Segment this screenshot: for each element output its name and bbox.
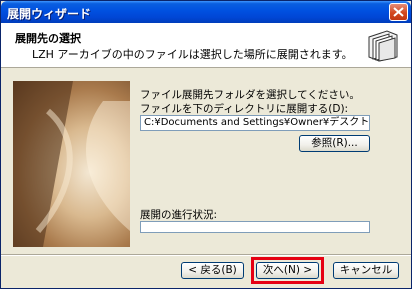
back-button[interactable]: < 戻る(B) bbox=[181, 262, 244, 279]
close-icon bbox=[393, 7, 404, 17]
next-button-highlight bbox=[251, 257, 324, 284]
wizard-window: 展開ウィザード 展開先の選択 LZH アーカイブの中のファイルは選択した場所に展… bbox=[0, 0, 412, 289]
extract-progress-bar bbox=[140, 221, 370, 233]
directory-input[interactable]: C:¥Documents and Settings¥Owner¥デスクトップ bbox=[140, 115, 370, 131]
folder-stack-icon bbox=[365, 27, 401, 63]
directory-label: ファイルを下のディレクトリに展開する(D): bbox=[140, 103, 349, 115]
instruction-text: ファイル展開先フォルダを選択してください。 bbox=[140, 89, 360, 101]
title-bar[interactable]: 展開ウィザード bbox=[1, 1, 411, 23]
wizard-header: 展開先の選択 LZH アーカイブの中のファイルは選択した場所に展開されます。 bbox=[1, 23, 411, 68]
step-subtitle: LZH アーカイブの中のファイルは選択した場所に展開されます。 bbox=[32, 48, 353, 61]
footer-separator bbox=[1, 254, 411, 256]
step-title: 展開先の選択 bbox=[15, 32, 81, 45]
progress-label: 展開の進行状況: bbox=[140, 209, 218, 221]
wizard-side-image bbox=[13, 81, 130, 247]
window-title: 展開ウィザード bbox=[7, 7, 92, 21]
close-button[interactable] bbox=[389, 3, 408, 21]
browse-button[interactable]: 参照(R)... bbox=[299, 135, 370, 152]
cancel-button[interactable]: キャンセル bbox=[333, 262, 399, 279]
